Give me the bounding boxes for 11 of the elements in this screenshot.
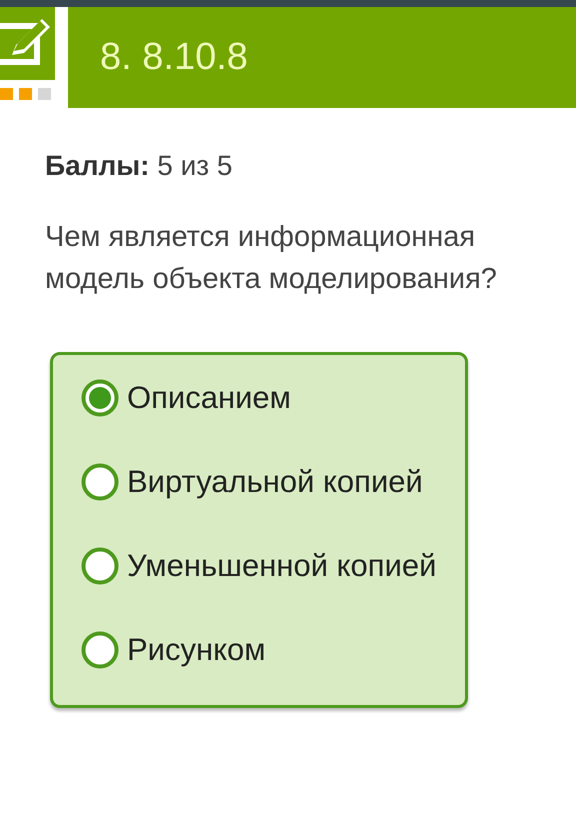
score-text: Баллы: 5 из 5 bbox=[45, 150, 234, 182]
option-label[interactable]: Виртуальной копией bbox=[127, 464, 423, 500]
question-text: Чем является информационная модель объекта моделирования? bbox=[45, 220, 498, 297]
radio-button[interactable] bbox=[81, 547, 119, 585]
page-title: 8. 8.10.8 bbox=[100, 36, 248, 79]
radio-button[interactable] bbox=[81, 631, 119, 669]
option-label[interactable]: Уменьшенной копией bbox=[127, 548, 436, 584]
option-label[interactable]: Описанием bbox=[127, 380, 291, 416]
option-label[interactable]: Рисунком bbox=[127, 632, 266, 668]
radio-button[interactable] bbox=[81, 379, 119, 417]
radio-button[interactable] bbox=[81, 463, 119, 501]
